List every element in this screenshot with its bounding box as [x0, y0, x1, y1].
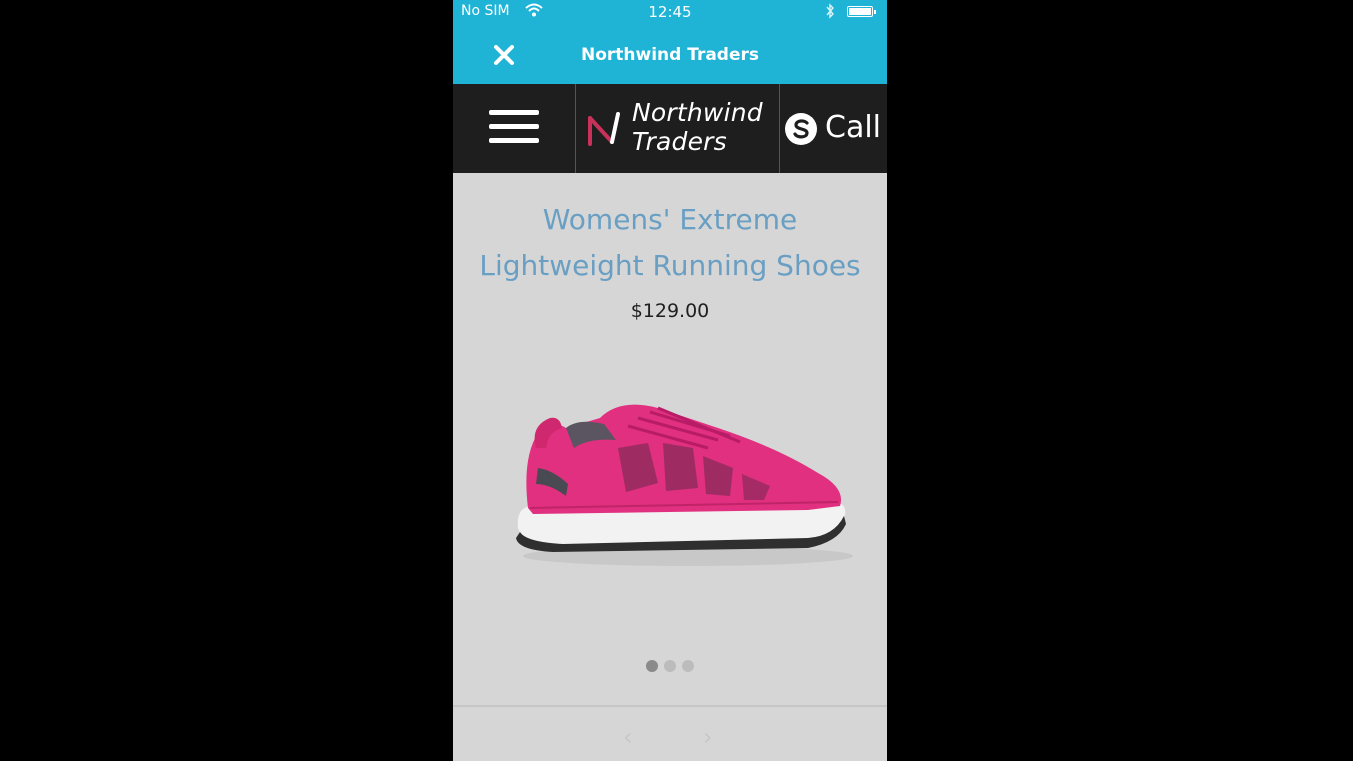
- battery-icon: [847, 6, 876, 17]
- call-label: Call: [825, 110, 882, 145]
- bluetooth-icon: [826, 3, 834, 19]
- page-title: Northwind Traders: [580, 45, 760, 65]
- chevron-right-icon[interactable]: ›: [703, 723, 713, 751]
- phone-screen: No SIM 12:45 Northwind Traders Northwind…: [453, 0, 887, 761]
- product-price: $129.00: [630, 300, 710, 322]
- logo-text: Northwind Traders: [632, 98, 763, 156]
- site-header: Northwind Traders Call: [453, 84, 887, 173]
- title-bar: No SIM 12:45 Northwind Traders: [453, 0, 887, 84]
- pagination-dot-1[interactable]: [646, 660, 658, 672]
- browser-nav-bar: ‹ ›: [453, 705, 887, 761]
- status-time: 12:45: [648, 3, 692, 21]
- chevron-left-icon[interactable]: ‹: [623, 723, 633, 751]
- product-detail: Womens' Extreme Lightweight Running Shoe…: [453, 173, 887, 705]
- logo-line-2: Traders: [632, 127, 727, 156]
- pagination-dot-3[interactable]: [682, 660, 694, 672]
- status-bar: No SIM 12:45: [453, 0, 887, 24]
- hamburger-menu-icon[interactable]: [453, 84, 575, 173]
- skype-call-button[interactable]: Call: [780, 84, 887, 173]
- northwind-logo-icon: [588, 112, 620, 146]
- pagination-dot-2[interactable]: [664, 660, 676, 672]
- skype-icon: [785, 113, 817, 145]
- site-logo[interactable]: Northwind Traders: [576, 84, 779, 173]
- logo-line-1: Northwind: [632, 98, 763, 127]
- image-pagination: [453, 657, 887, 676]
- product-image[interactable]: [508, 388, 853, 573]
- product-title: Womens' Extreme Lightweight Running Shoe…: [479, 203, 861, 282]
